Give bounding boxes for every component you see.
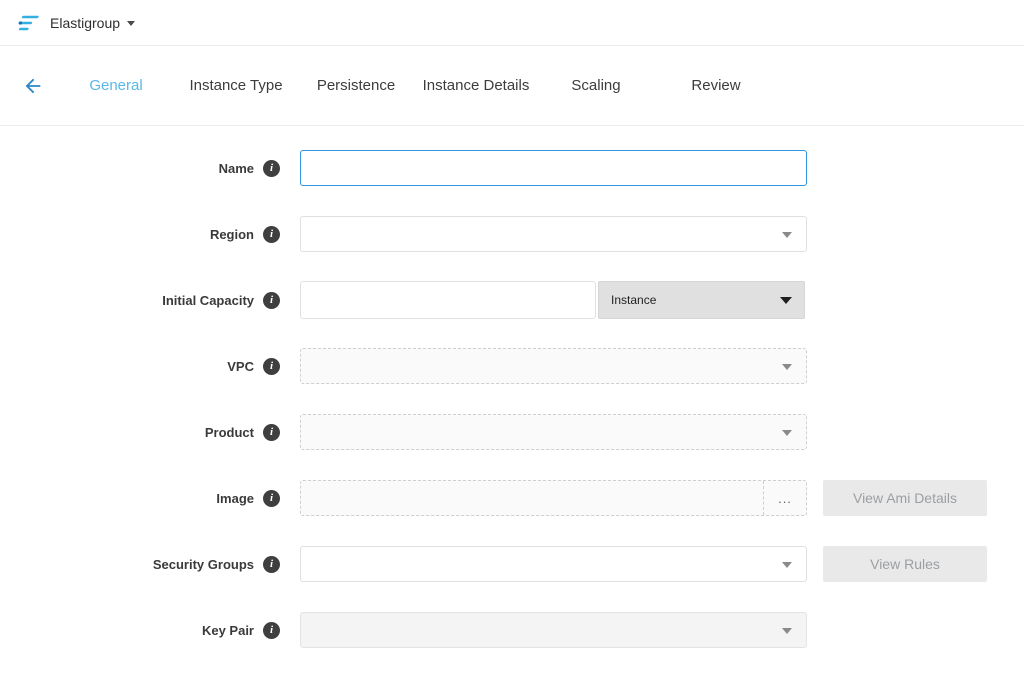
chevron-down-icon: [782, 628, 792, 634]
key-pair-select[interactable]: [300, 612, 807, 648]
region-label: Region: [210, 227, 254, 242]
chevron-down-icon: [782, 430, 792, 436]
back-button[interactable]: [20, 73, 46, 99]
name-label: Name: [219, 161, 254, 176]
security-groups-label: Security Groups: [153, 557, 254, 572]
image-value: [301, 481, 763, 515]
general-form: Name i Region i Initial Capacity i Insta…: [0, 126, 1024, 648]
vpc-label: VPC: [227, 359, 254, 374]
info-icon[interactable]: i: [263, 292, 280, 309]
wizard-tabs: General Instance Type Persistence Instan…: [56, 69, 776, 102]
vpc-row: VPC i: [0, 348, 1024, 384]
region-select[interactable]: [300, 216, 807, 252]
image-browse-button[interactable]: ...: [763, 481, 806, 515]
tab-instance-details[interactable]: Instance Details: [416, 69, 536, 102]
image-row: Image i ... View Ami Details: [0, 480, 1024, 516]
info-icon[interactable]: i: [263, 160, 280, 177]
security-groups-select[interactable]: [300, 546, 807, 582]
tab-scaling[interactable]: Scaling: [536, 69, 656, 102]
chevron-down-icon: [782, 562, 792, 568]
key-pair-label: Key Pair: [202, 623, 254, 638]
chevron-down-icon: [127, 21, 135, 26]
product-label: Product: [205, 425, 254, 440]
info-icon[interactable]: i: [263, 556, 280, 573]
tab-general[interactable]: General: [56, 69, 176, 102]
view-rules-button[interactable]: View Rules: [823, 546, 987, 582]
vpc-select: [300, 348, 807, 384]
region-row: Region i: [0, 216, 1024, 252]
elastigroup-logo-icon: [18, 14, 40, 32]
info-icon[interactable]: i: [263, 226, 280, 243]
info-icon[interactable]: i: [263, 358, 280, 375]
capacity-unit-select[interactable]: Instance: [598, 281, 805, 319]
chevron-down-icon: [782, 364, 792, 370]
product-select: [300, 414, 807, 450]
view-ami-details-button[interactable]: View Ami Details: [823, 480, 987, 516]
initial-capacity-label: Initial Capacity: [162, 293, 254, 308]
name-input[interactable]: [300, 150, 807, 186]
app-name: Elastigroup: [50, 15, 120, 31]
top-app-bar: Elastigroup: [0, 0, 1024, 46]
tab-review[interactable]: Review: [656, 69, 776, 102]
image-label: Image: [216, 491, 254, 506]
tab-instance-type[interactable]: Instance Type: [176, 69, 296, 102]
initial-capacity-row: Initial Capacity i Instance: [0, 282, 1024, 318]
tab-persistence[interactable]: Persistence: [296, 69, 416, 102]
info-icon[interactable]: i: [263, 490, 280, 507]
info-icon[interactable]: i: [263, 622, 280, 639]
initial-capacity-input[interactable]: [300, 281, 596, 319]
name-row: Name i: [0, 150, 1024, 186]
wizard-tab-bar: General Instance Type Persistence Instan…: [0, 46, 1024, 126]
chevron-down-icon: [782, 232, 792, 238]
arrow-left-icon: [22, 75, 44, 97]
chevron-down-icon: [780, 297, 792, 304]
product-row: Product i: [0, 414, 1024, 450]
security-groups-row: Security Groups i View Rules: [0, 546, 1024, 582]
image-input: ...: [300, 480, 807, 516]
info-icon[interactable]: i: [263, 424, 280, 441]
app-switcher[interactable]: Elastigroup: [18, 14, 135, 32]
key-pair-row: Key Pair i: [0, 612, 1024, 648]
capacity-unit-value: Instance: [611, 293, 656, 307]
